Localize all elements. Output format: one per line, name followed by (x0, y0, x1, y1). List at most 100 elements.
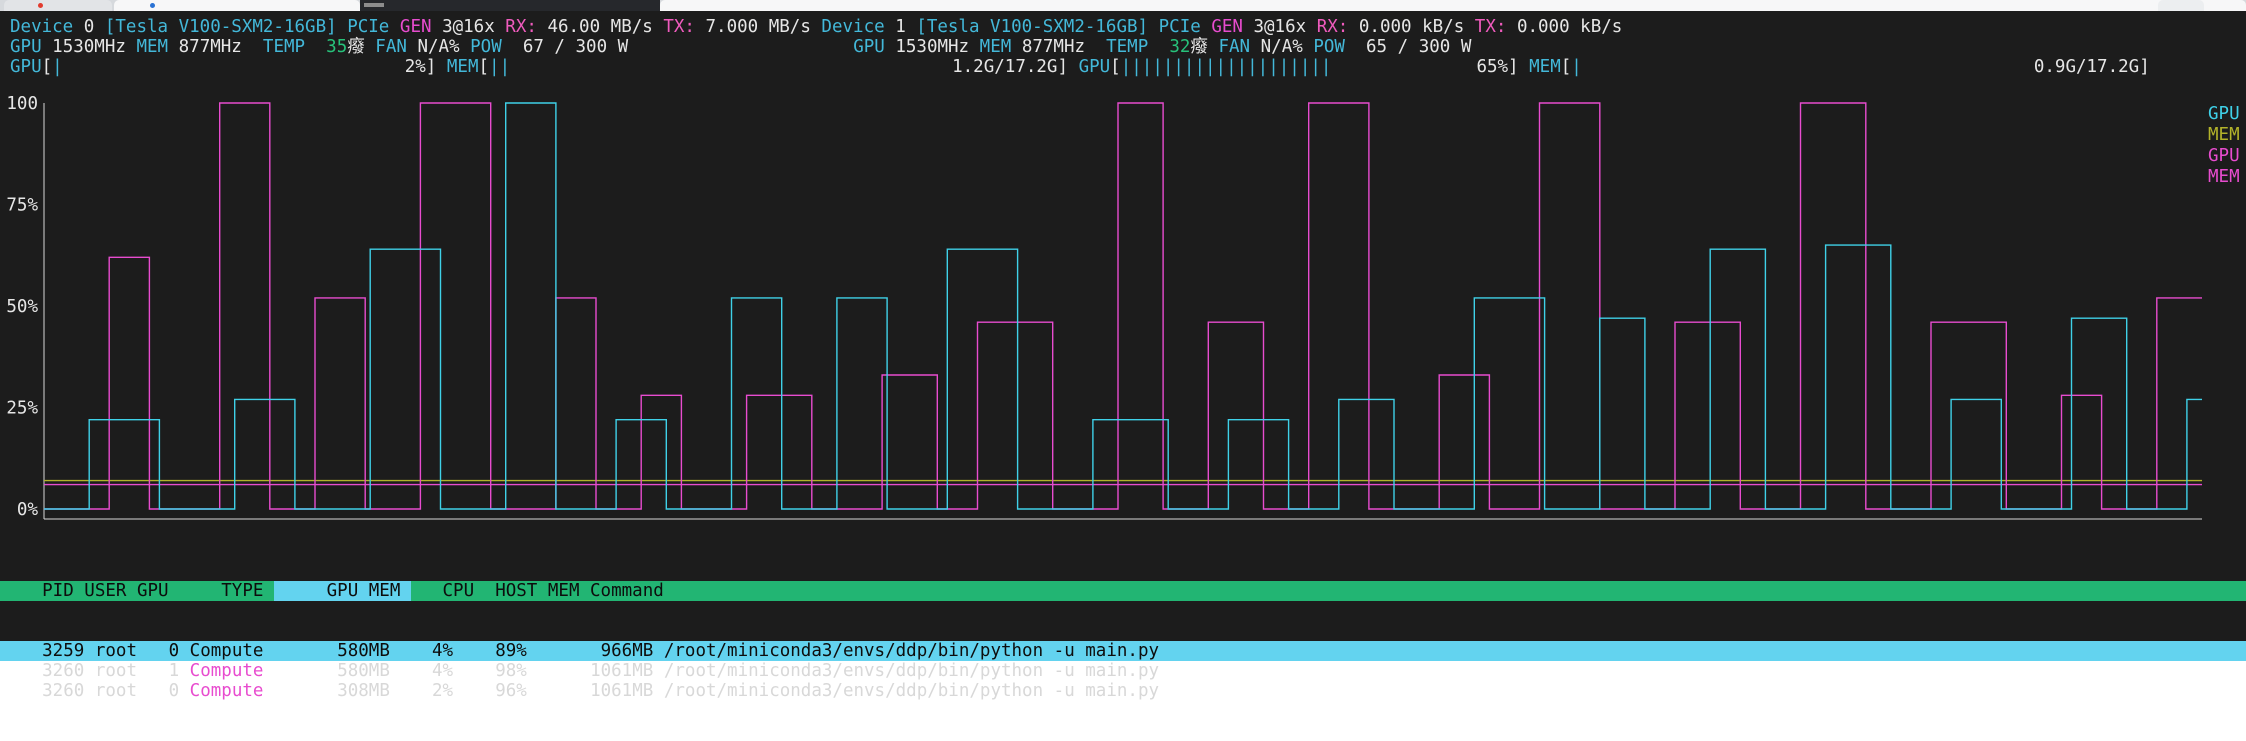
chart-legend-item: GPU 0 (2208, 104, 2246, 124)
browser-chrome (0, 0, 2246, 11)
process-gpu-index: 1 (136, 661, 190, 681)
process-table-header-left: PID USER GPU TYPE (0, 581, 274, 601)
chart-legend: GPU 0MEM 0GPU 1MEM 1 (2208, 104, 2246, 187)
device1-gen-value: 3@16x (1253, 17, 1307, 37)
device0-fan-value: N/A% (417, 37, 460, 57)
device1-gpu-bar-label: GPU (1078, 57, 1111, 77)
process-gpu-mem-pct: 2% (389, 681, 454, 701)
process-gpu-mem: 580MB (263, 661, 390, 681)
device1-model: [Tesla V100-SXM2-16GB] (916, 17, 1149, 37)
device0-rx-value: 46.00 MB/s (547, 17, 653, 37)
device1-mem-bar-value: 0.9G/17.2G (2033, 57, 2140, 77)
process-table-header: PID USER GPU TYPE GPU MEM CPU HOST MEM C… (0, 581, 2246, 601)
device0-gpu-bar-pct: 2% (404, 57, 426, 77)
device1-mem-bar-fill: | (1571, 57, 1582, 77)
process-user: root (84, 661, 137, 681)
device1-pow-label: POW (1313, 37, 1345, 57)
device1-tx-label: TX: (1474, 17, 1507, 37)
chart-plot-area (44, 102, 2202, 510)
chart-legend-item: GPU 1 (2208, 146, 2246, 166)
process-cpu: 98% (453, 661, 527, 681)
chart-ytick-label: 100 (6, 94, 38, 114)
process-type: Compute (189, 641, 264, 661)
device0-index: 0 (83, 17, 95, 37)
device0-rx-label: RX: (505, 17, 537, 37)
device0-pow-label: POW (470, 37, 502, 57)
device0-tx-value: 7.000 MB/s (705, 17, 811, 37)
chart-ytick-label: 75% (6, 196, 38, 216)
device0-mem-clock-value: 877MHz (178, 37, 242, 57)
chart-legend-item: MEM 1 (2208, 167, 2246, 187)
device1-rx-label: RX: (1316, 17, 1349, 37)
device1-gpu-clock-value: 1530MHz (895, 37, 970, 57)
chart-series-line (44, 102, 2202, 510)
process-gpu-index: 0 (136, 641, 190, 661)
tab-2-favicon-icon (150, 3, 155, 8)
device0-gpu-bar-label: GPU (10, 57, 42, 77)
device0-model: [Tesla V100-SXM2-16GB] (104, 17, 337, 37)
gpu-header-line-bars: GPU[| 2%] MEM[|| 1.2G/17.2G] GPU[|||||||||… (10, 57, 2150, 77)
device1-gen-label: GEN (1211, 17, 1243, 37)
device1-name-label: Device (821, 17, 885, 37)
process-type: Compute (189, 681, 264, 701)
process-host-mem: 1061MB (526, 661, 654, 681)
device1-gpu-clock-label: GPU (853, 37, 885, 57)
terminal-window: Device 0 [Tesla V100-SXM2-16GB] PCIe GEN… (0, 11, 2246, 701)
device0-temp-label: TEMP (262, 37, 306, 57)
process-cpu: 89% (453, 641, 527, 661)
process-table-header-gpumem: GPU MEM (273, 581, 411, 601)
device0-pow-value: 67 / 300 W (522, 37, 629, 57)
device0-gen-value: 3@16x (442, 17, 495, 37)
device1-fan-value: N/A% (1260, 37, 1303, 57)
device0-fan-label: FAN (375, 37, 407, 57)
process-pid: 3259 (0, 641, 85, 661)
chart-ytick-label: 0% (17, 500, 39, 520)
device0-gpu-bar-fill: | (52, 57, 63, 77)
chart-ytick-label: 25% (6, 399, 38, 419)
process-gpu-mem: 580MB (263, 641, 390, 661)
browser-minimize-area[interactable] (364, 3, 384, 7)
device0-mem-bar-fill: || (489, 57, 511, 77)
process-gpu-mem-pct: 4% (389, 641, 454, 661)
device0-bus-label: PCIe (347, 17, 390, 37)
device1-bus-label: PCIe (1158, 17, 1201, 37)
device1-gpu-bar-pct: 65% (1476, 57, 1509, 77)
device1-tx-value: 0.000 kB/s (1516, 17, 1623, 37)
device0-temp-unit-glyph: 癈 (347, 37, 365, 57)
device0-mem-bar-value: 1.2G/17.2G (952, 57, 1058, 77)
browser-tab-1[interactable] (4, 0, 112, 11)
process-pid: 3260 (0, 661, 85, 681)
browser-address-chip[interactable] (2158, 0, 2204, 11)
device1-mem-bar-label: MEM (1529, 57, 1561, 77)
process-user: root (84, 681, 137, 701)
process-table: PID USER GPU TYPE GPU MEM CPU HOST MEM C… (0, 541, 2246, 741)
browser-window-dark-area (360, 0, 660, 11)
device1-temp-label: TEMP (1106, 37, 1149, 57)
process-user: root (84, 641, 137, 661)
device0-mem-bar-label: MEM (446, 57, 479, 77)
tab-1-favicon-icon (38, 3, 43, 8)
gpu-header-line-clocks: GPU 1530MHz MEM 877MHz TEMP 35癈 FAN N/A%… (0, 37, 2246, 57)
browser-tab-3[interactable] (660, 0, 2246, 11)
process-type: Compute (189, 661, 264, 681)
device0-tx-label: TX: (663, 17, 695, 37)
process-table-row[interactable]: 3259 root 0 Compute 580MB 4% 89% 966MB /… (0, 641, 2246, 661)
device1-pow-value: 65 / 300 W (1366, 37, 1472, 57)
gpu-utilization-chart: 100 75% 50% 25% 0% GPU 0MEM 0GPU 1MEM 1 (0, 89, 2246, 535)
device1-fan-label: FAN (1218, 37, 1251, 57)
process-table-header-right: CPU HOST MEM Command (410, 581, 2139, 601)
process-gpu-index: 0 (136, 681, 190, 701)
chart-legend-item: MEM 0 (2208, 125, 2246, 145)
process-host-mem: 966MB (526, 641, 654, 661)
device1-index: 1 (895, 17, 906, 37)
process-gpu-mem: 308MB (263, 681, 390, 701)
process-table-row[interactable]: 3260 root 0 Compute 308MB 2% 96% 1061MB … (0, 681, 2246, 701)
device0-gpu-clock-value: 1530MHz (52, 37, 126, 57)
device1-mem-clock-value: 877MHz (1021, 37, 1086, 57)
process-command: /root/miniconda3/envs/ddp/bin/python -u … (653, 641, 2108, 661)
device1-rx-value: 0.000 kB/s (1358, 17, 1465, 37)
device0-gen-label: GEN (399, 17, 432, 37)
process-pid: 3260 (0, 681, 85, 701)
device0-gpu-clock-label: GPU (10, 37, 42, 57)
process-table-row[interactable]: 3260 root 1 Compute 580MB 4% 98% 1061MB … (0, 661, 2246, 681)
